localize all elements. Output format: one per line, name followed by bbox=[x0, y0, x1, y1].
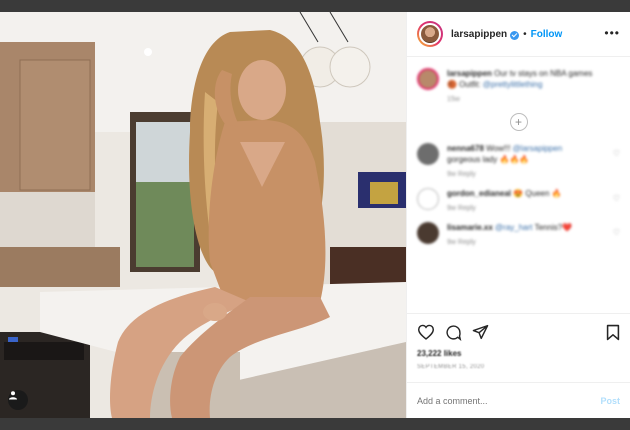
load-more-comments-icon[interactable]: + bbox=[509, 113, 528, 131]
caption-avatar[interactable] bbox=[417, 68, 439, 90]
comment-meta: 15w bbox=[447, 96, 460, 103]
comment-username[interactable]: gordon_edianeal bbox=[447, 189, 511, 198]
comment-row: gordon_edianeal 😍 Queen 🔥 9w Reply ♡ bbox=[417, 188, 620, 212]
caption-row: larsapippen Our tv stays on NBA games 🏀 … bbox=[417, 68, 620, 103]
person-tag-icon[interactable] bbox=[8, 390, 28, 410]
username-link[interactable]: larsapippen bbox=[451, 29, 507, 40]
photo-illustration bbox=[0, 12, 406, 418]
comments-list[interactable]: larsapippen Our tv stays on NBA games 🏀 … bbox=[407, 58, 630, 313]
comment-text-tail: Tennis?❤️ bbox=[534, 223, 573, 232]
post-date: SEPTEMBER 15, 2020 bbox=[417, 364, 485, 370]
more-options-icon[interactable]: ••• bbox=[604, 26, 620, 40]
likes-count[interactable]: 23,222 likes bbox=[417, 349, 461, 358]
header-separator: • bbox=[523, 28, 527, 40]
comment-row: nenna678 Wow!!! @larsapippen gorgeous la… bbox=[417, 143, 620, 178]
mention-link[interactable]: @ray_hart bbox=[495, 223, 532, 232]
comment-username[interactable]: larsapippen bbox=[447, 69, 492, 78]
post-modal: larsapippen • Follow ••• larsapippen Our… bbox=[0, 12, 630, 418]
comment-avatar[interactable] bbox=[417, 222, 439, 244]
paper-plane-icon[interactable] bbox=[472, 324, 489, 345]
comment-text: 😍 Queen 🔥 bbox=[513, 189, 562, 198]
comment-avatar[interactable] bbox=[417, 188, 439, 210]
comment-text-tail: gorgeous lady 🔥🔥🔥 bbox=[447, 155, 530, 164]
comment-row: lisamarie.xx @ray_hart Tennis?❤️ 9w Repl… bbox=[417, 222, 620, 246]
follow-button[interactable]: Follow bbox=[531, 29, 563, 40]
comment-avatar[interactable] bbox=[417, 143, 439, 165]
post-header: larsapippen • Follow ••• bbox=[407, 12, 630, 57]
avatar-image bbox=[419, 23, 441, 45]
browser-bottom-bar bbox=[0, 418, 630, 430]
mention-link[interactable]: @larsapippen bbox=[513, 144, 562, 153]
comment-icon[interactable] bbox=[445, 324, 462, 346]
comment-text: Wow!!! bbox=[486, 144, 513, 153]
post-comment-button[interactable]: Post bbox=[600, 396, 620, 406]
comment-like-icon[interactable]: ♡ bbox=[613, 228, 620, 237]
add-comment-input[interactable] bbox=[417, 395, 601, 406]
comment-like-icon[interactable]: ♡ bbox=[613, 194, 620, 203]
browser-top-bar bbox=[0, 0, 630, 12]
comment-username[interactable]: lisamarie.xx bbox=[447, 223, 493, 232]
comment-meta[interactable]: 9w Reply bbox=[447, 205, 597, 212]
heart-icon[interactable] bbox=[417, 324, 435, 345]
bookmark-icon[interactable] bbox=[606, 324, 620, 346]
comment-username[interactable]: nenna678 bbox=[447, 144, 484, 153]
post-photo[interactable] bbox=[0, 12, 406, 418]
comment-like-icon[interactable]: ♡ bbox=[613, 149, 620, 158]
comment-meta[interactable]: 9w Reply bbox=[447, 239, 597, 246]
mention-link[interactable]: @prettylittlething bbox=[483, 80, 543, 89]
post-side-panel: larsapippen • Follow ••• larsapippen Our… bbox=[406, 12, 630, 418]
verified-badge-icon bbox=[510, 30, 520, 40]
comment-meta[interactable]: 9w Reply bbox=[447, 171, 597, 178]
comment-box: Post bbox=[407, 382, 630, 418]
avatar[interactable] bbox=[417, 21, 443, 47]
